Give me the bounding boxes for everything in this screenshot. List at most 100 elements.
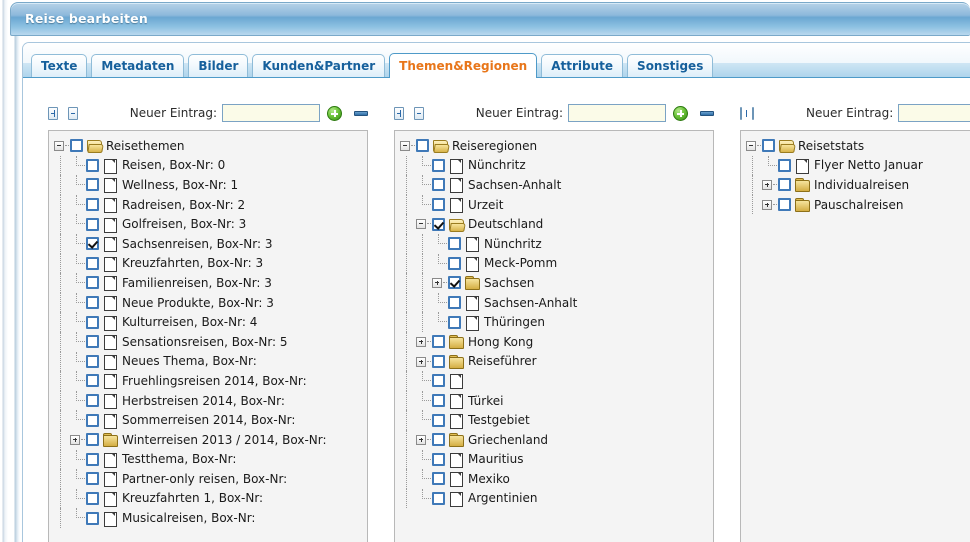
tree-node-checkbox[interactable] bbox=[432, 374, 445, 388]
expand-node-icon[interactable] bbox=[431, 273, 447, 293]
tree-node[interactable]: Nünchritz bbox=[399, 233, 713, 254]
tree-node[interactable]: Herbstreisen 2014, Box-Nr: bbox=[53, 390, 367, 411]
tree-node-checkbox[interactable] bbox=[432, 335, 445, 349]
tree-node[interactable]: Mauritius bbox=[399, 449, 713, 470]
tree-node-checkbox[interactable] bbox=[86, 237, 99, 251]
tree-node[interactable]: Testgebiet bbox=[399, 410, 713, 430]
remove-entry-icon[interactable] bbox=[354, 110, 368, 116]
tree-node[interactable]: Golfreisen, Box-Nr: 3 bbox=[53, 214, 367, 234]
tree-node[interactable]: Reiseführer bbox=[399, 351, 713, 372]
tab-attribute[interactable]: Attribute bbox=[541, 54, 624, 77]
tree-node[interactable]: Sachsen-Anhalt bbox=[399, 292, 713, 313]
tree-node[interactable]: Argentinien bbox=[399, 488, 713, 509]
tree-node-checkbox[interactable] bbox=[70, 139, 83, 153]
tree-node-checkbox[interactable] bbox=[778, 178, 791, 192]
tree-node-checkbox[interactable] bbox=[432, 217, 445, 231]
tree-node[interactable]: Hong Kong bbox=[399, 331, 713, 352]
tree-node[interactable]: Wellness, Box-Nr: 1 bbox=[53, 175, 367, 195]
tree-node[interactable]: Flyer Netto Januar bbox=[745, 155, 970, 176]
tree-node[interactable]: Neue Produkte, Box-Nr: 3 bbox=[53, 292, 367, 313]
tree-node[interactable]: Reiseregionen bbox=[399, 136, 713, 156]
tree-node-checkbox[interactable] bbox=[448, 296, 461, 310]
tree-node-checkbox[interactable] bbox=[432, 491, 445, 505]
add-entry-icon[interactable] bbox=[327, 105, 342, 121]
tree-node-checkbox[interactable] bbox=[432, 178, 445, 192]
tree-node-checkbox[interactable] bbox=[432, 198, 445, 212]
tree-node-checkbox[interactable] bbox=[86, 491, 99, 505]
new-entry-input[interactable] bbox=[222, 104, 320, 122]
tree-node[interactable]: Familienreisen, Box-Nr: 3 bbox=[53, 273, 367, 293]
tree-node-checkbox[interactable] bbox=[778, 158, 791, 172]
new-entry-input[interactable] bbox=[898, 104, 970, 122]
tree-node-checkbox[interactable] bbox=[778, 198, 791, 212]
tree-node[interactable]: Nünchritz bbox=[399, 155, 713, 176]
tree-node-checkbox[interactable] bbox=[86, 472, 99, 486]
tree-node-checkbox[interactable] bbox=[86, 178, 99, 192]
tree-node[interactable]: Griechenland bbox=[399, 429, 713, 450]
new-entry-input[interactable] bbox=[568, 104, 666, 122]
tree-node[interactable]: Sommerreisen 2014, Box-Nr: bbox=[53, 410, 367, 430]
tree-node-checkbox[interactable] bbox=[432, 452, 445, 466]
tree-node[interactable]: Reisetstats bbox=[745, 136, 970, 156]
tree-node[interactable]: Mexiko bbox=[399, 469, 713, 489]
tree-node-checkbox[interactable] bbox=[86, 198, 99, 212]
tree-node-checkbox[interactable] bbox=[86, 433, 99, 447]
expand-node-icon[interactable] bbox=[415, 352, 431, 372]
tree-node-checkbox[interactable] bbox=[86, 374, 99, 388]
collapse-node-icon[interactable] bbox=[745, 136, 761, 156]
remove-entry-icon[interactable] bbox=[700, 110, 714, 116]
tree-node-checkbox[interactable] bbox=[86, 511, 99, 525]
tree-node-checkbox[interactable] bbox=[432, 354, 445, 368]
tree-node[interactable]: Pauschalreisen bbox=[745, 194, 970, 215]
tree-node[interactable]: Neues Thema, Box-Nr: bbox=[53, 351, 367, 372]
collapse-node-icon[interactable] bbox=[53, 136, 69, 156]
collapse-all-icon[interactable] bbox=[413, 106, 424, 120]
tree-node[interactable] bbox=[399, 371, 713, 391]
tab-bilder[interactable]: Bilder bbox=[188, 54, 249, 77]
tree-node[interactable]: Türkei bbox=[399, 390, 713, 411]
tree-node[interactable]: Urzeit bbox=[399, 194, 713, 215]
tree-node-checkbox[interactable] bbox=[448, 256, 461, 270]
tree-node-checkbox[interactable] bbox=[86, 335, 99, 349]
tree-node[interactable]: Musicalreisen, Box-Nr: bbox=[53, 508, 367, 528]
tree-node[interactable]: Sachsen bbox=[399, 273, 713, 293]
tree-view-themen[interactable]: Reisethemen Reisen, Box-Nr: 0 Wellness, Bo… bbox=[48, 130, 368, 542]
expand-all-icon[interactable] bbox=[48, 106, 58, 120]
tree-node-checkbox[interactable] bbox=[448, 237, 461, 251]
tree-node-checkbox[interactable] bbox=[86, 452, 99, 466]
tree-node[interactable]: Kreuzfahrten 1, Box-Nr: bbox=[53, 488, 367, 509]
tree-node-checkbox[interactable] bbox=[448, 315, 461, 329]
collapse-all-icon[interactable] bbox=[752, 106, 754, 120]
expand-node-icon[interactable] bbox=[761, 175, 777, 195]
tree-view-regionen[interactable]: Reiseregionen Nünchritz Sachsen-Anhalt Urze… bbox=[394, 130, 714, 542]
expand-node-icon[interactable] bbox=[415, 332, 431, 352]
tab-sonstiges[interactable]: Sonstiges bbox=[627, 54, 714, 77]
expand-node-icon[interactable] bbox=[415, 430, 431, 450]
expand-all-icon[interactable] bbox=[740, 106, 747, 120]
tree-node[interactable]: Sensationsreisen, Box-Nr: 5 bbox=[53, 331, 367, 352]
collapse-node-icon[interactable] bbox=[399, 136, 415, 156]
tree-node-checkbox[interactable] bbox=[86, 296, 99, 310]
tree-node-checkbox[interactable] bbox=[86, 315, 99, 329]
tree-node-checkbox[interactable] bbox=[86, 394, 99, 408]
tree-node-checkbox[interactable] bbox=[86, 217, 99, 231]
tree-node[interactable]: Sachsenreisen, Box-Nr: 3 bbox=[53, 233, 367, 254]
expand-node-icon[interactable] bbox=[761, 195, 777, 215]
tree-node-checkbox[interactable] bbox=[86, 276, 99, 290]
tree-node[interactable]: Sachsen-Anhalt bbox=[399, 175, 713, 195]
tab-kunden-partner[interactable]: Kunden&Partner bbox=[252, 54, 386, 77]
tree-node[interactable]: Meck-Pomm bbox=[399, 253, 713, 274]
tree-view-statistik[interactable]: Reisetstats Flyer Netto Januar Individualr… bbox=[740, 130, 970, 542]
tree-node-checkbox[interactable] bbox=[86, 413, 99, 427]
tree-node[interactable]: Partner-only reisen, Box-Nr: bbox=[53, 469, 367, 489]
tree-node-checkbox[interactable] bbox=[432, 394, 445, 408]
tree-node[interactable]: Reisethemen bbox=[53, 136, 367, 156]
tree-node-checkbox[interactable] bbox=[762, 139, 775, 153]
tree-node-checkbox[interactable] bbox=[86, 158, 99, 172]
tree-node[interactable]: Fruehlingsreisen 2014, Box-Nr: bbox=[53, 371, 367, 391]
tree-node-checkbox[interactable] bbox=[86, 256, 99, 270]
tree-node-checkbox[interactable] bbox=[432, 413, 445, 427]
tree-node[interactable]: Reisen, Box-Nr: 0 bbox=[53, 155, 367, 176]
collapse-node-icon[interactable] bbox=[415, 214, 431, 234]
tree-node-checkbox[interactable] bbox=[432, 158, 445, 172]
